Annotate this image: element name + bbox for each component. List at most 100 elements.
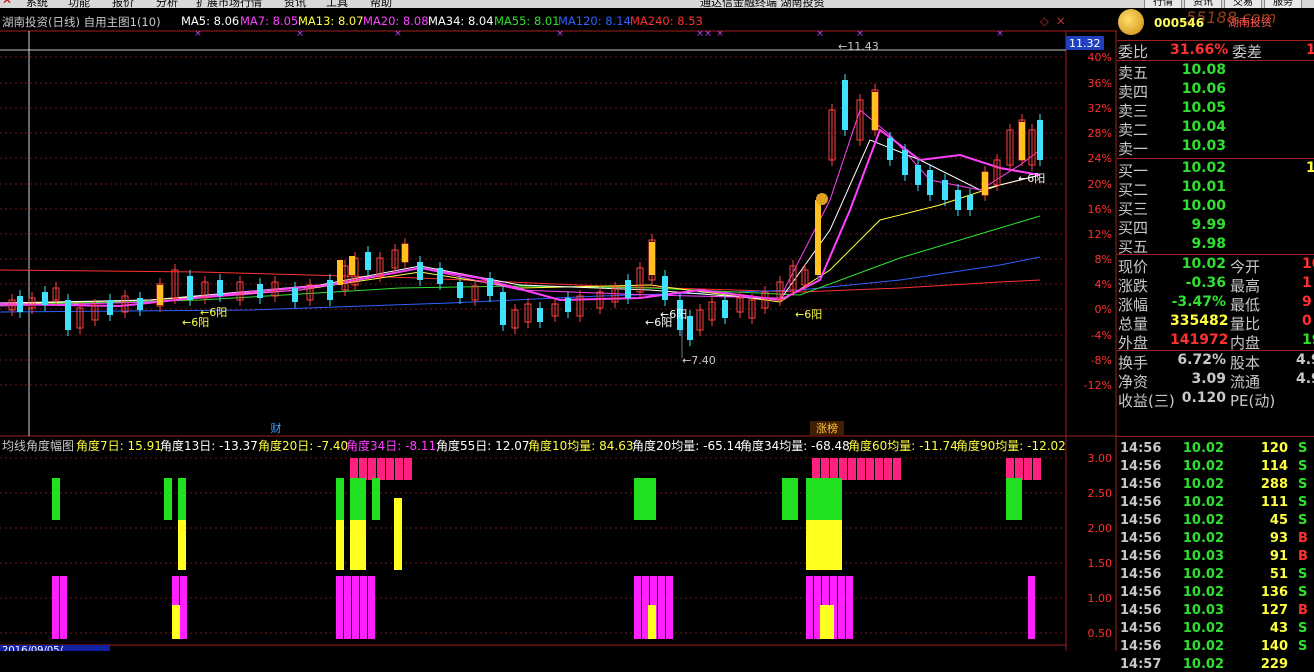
tick-price: 10.02 — [1182, 477, 1224, 492]
tick-side: S — [1298, 477, 1308, 492]
bar-yellow — [812, 520, 828, 570]
pct-label: 12% — [1088, 228, 1112, 241]
tick-time: 14:56 — [1120, 603, 1162, 618]
panel-divider — [1117, 60, 1314, 61]
candle-highlight — [649, 242, 655, 275]
bar-magenta — [658, 576, 665, 639]
bar-yellow — [350, 520, 366, 570]
candle-highlight — [815, 200, 821, 275]
footer-date: 2016/09/05/ — [2, 645, 64, 651]
six-yang-label: ←6阳 — [182, 316, 209, 329]
candle-down — [42, 292, 48, 305]
six-yang-label: ←6阳 — [645, 316, 672, 329]
tick-volume: 51 — [1269, 567, 1288, 582]
candle-down — [537, 308, 543, 322]
sell-price: 10.08 — [1181, 62, 1226, 78]
tick-price: 10.02 — [1182, 567, 1224, 582]
stat-value2: 10 — [1302, 256, 1314, 272]
panel-divider — [1117, 350, 1314, 351]
sell-level-label: 卖二 — [1118, 121, 1149, 139]
pct-label: 16% — [1088, 203, 1112, 216]
buy-vol: 1 — [1306, 160, 1314, 176]
sub-axis-label: 1.50 — [1088, 557, 1113, 570]
tick-time: 14:56 — [1120, 549, 1162, 564]
buy-price: 9.99 — [1191, 217, 1226, 233]
stat2-value2: 4.9 — [1296, 352, 1314, 368]
x-marker: × — [716, 29, 724, 39]
candle-highlight — [1019, 122, 1025, 160]
buy-level-label: 买四 — [1118, 219, 1149, 237]
bar-green — [826, 478, 842, 520]
bar-pink — [893, 458, 901, 480]
candle-down — [500, 292, 506, 325]
candle-down — [955, 190, 961, 210]
candle-down — [107, 300, 113, 315]
pct-label: 4% — [1095, 278, 1112, 291]
tick-time: 14:56 — [1120, 621, 1162, 636]
tick-volume: 120 — [1260, 441, 1288, 456]
candle-highlight — [349, 256, 355, 275]
bar-pink — [875, 458, 883, 480]
candle-down — [662, 276, 668, 300]
x-marker: × — [816, 29, 824, 39]
kline-chart[interactable]: 40% 36% 32% 28% 24% 20% 16% 12% 8% 4% 0% -4% -8% -12%… — [0, 0, 1117, 651]
pct-label: 8% — [1095, 253, 1112, 266]
candle-down — [915, 165, 921, 185]
six-yang-label: ←6阳 — [795, 308, 822, 321]
stat2-value2: 4.9 — [1296, 371, 1314, 387]
ma55-line — [0, 215, 1041, 306]
weicha-label: 委差 — [1232, 43, 1263, 61]
buy-price: 10.00 — [1181, 198, 1226, 214]
bar-pink — [848, 458, 856, 480]
stock-name: 湖南投资 — [1228, 16, 1272, 29]
bar-yellow-low — [820, 605, 834, 639]
zhangbang-marker: 涨榜 — [816, 421, 838, 435]
candle-down — [187, 276, 193, 300]
tick-volume: 43 — [1269, 621, 1288, 636]
candle-down — [487, 278, 493, 296]
pct-label: 28% — [1088, 127, 1112, 140]
tick-time: 14:56 — [1120, 495, 1162, 510]
tick-price: 10.02 — [1182, 495, 1224, 510]
tick-time: 14:56 — [1120, 513, 1162, 528]
bar-green — [372, 478, 380, 520]
btn-trade[interactable]: 交易 — [1224, 0, 1262, 8]
indicator-item: 角度90均量: -12.02 — [956, 438, 1066, 453]
candle-highlight — [982, 172, 988, 195]
indicator-item: 角度60均量: -11.74 — [848, 438, 958, 453]
tick-side: S — [1298, 639, 1308, 654]
candle-highlight — [402, 244, 408, 262]
bar-magenta — [368, 576, 375, 639]
bar-yellow-low — [648, 605, 656, 639]
btn-service[interactable]: 服务 — [1264, 0, 1302, 8]
candle-highlight — [157, 285, 163, 305]
sub-axis-label: 0.50 — [1088, 627, 1113, 640]
x-marker: × — [696, 29, 704, 39]
tick-side: S — [1298, 567, 1308, 582]
bar-magenta — [344, 576, 351, 639]
bar-magenta — [642, 576, 649, 639]
tick-time: 14:56 — [1120, 585, 1162, 600]
tick-side: S — [1298, 513, 1308, 528]
btn-quote[interactable]: 行情 — [1144, 0, 1182, 8]
candle-down — [967, 195, 973, 210]
stat-value2: 9 — [1302, 294, 1312, 310]
candle-highlight — [337, 260, 343, 285]
weicha-value: 1 — [1306, 42, 1314, 58]
tick-volume: 91 — [1269, 549, 1288, 564]
tick-side: B — [1298, 531, 1308, 546]
candle-down — [257, 284, 263, 298]
bar-magenta — [838, 576, 845, 639]
candle-down — [565, 298, 571, 312]
stat2-value: 3.09 — [1191, 371, 1226, 387]
bar-green — [782, 478, 798, 520]
stat2-label: 股本 — [1230, 354, 1261, 372]
sell-price: 10.05 — [1181, 100, 1226, 116]
bar-green — [350, 478, 366, 520]
btn-news[interactable]: 资讯 — [1184, 0, 1222, 8]
candle-down — [292, 288, 298, 302]
tick-volume: 136 — [1260, 585, 1288, 600]
indicator-item: 角度13日: -13.37 — [160, 438, 258, 453]
stat-value: 141972 — [1170, 332, 1229, 348]
bar-pink — [884, 458, 892, 480]
